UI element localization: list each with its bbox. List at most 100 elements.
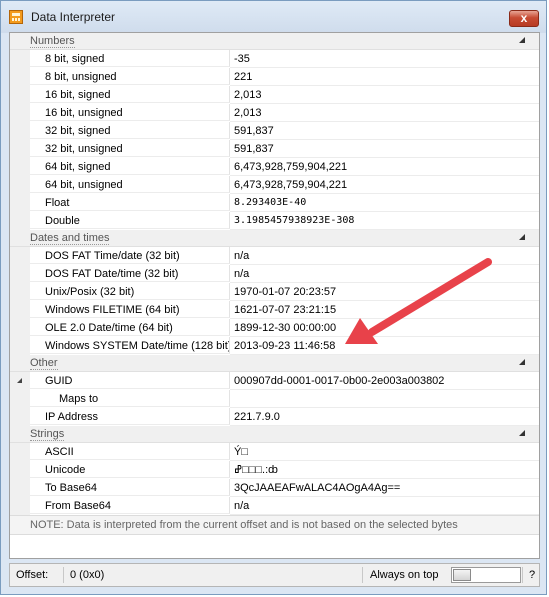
property-value[interactable]: 591,837 (230, 122, 539, 140)
category-label: Other (30, 357, 58, 370)
status-separator (362, 567, 363, 583)
property-name: GUID (30, 372, 230, 389)
close-button[interactable]: x (509, 10, 539, 27)
row-gutter (10, 497, 30, 515)
property-row[interactable]: OLE 2.0 Date/time (64 bit) 1899-12-30 00:… (10, 319, 539, 337)
collapse-icon[interactable] (519, 37, 525, 43)
row-gutter (10, 337, 30, 355)
collapse-icon[interactable] (519, 234, 525, 240)
property-name: 64 bit, unsigned (30, 176, 230, 193)
property-row[interactable]: 16 bit, signed 2,013 (10, 86, 539, 104)
data-interpreter-window: Data Interpreter x Numbers 8 bit, signed -… (0, 0, 547, 595)
calculator-icon (9, 10, 23, 24)
property-value[interactable]: ߝ□□□.:ȸ (230, 461, 539, 479)
property-row[interactable]: 32 bit, unsigned 591,837 (10, 140, 539, 158)
property-name: Unicode (30, 461, 230, 478)
property-value[interactable]: 8.293403E-40 (230, 194, 539, 212)
offset-value: 0 (0x0) (70, 569, 105, 581)
property-value[interactable] (230, 390, 539, 408)
row-gutter (10, 408, 30, 426)
property-row[interactable]: GUID 000907dd-0001-0017-0b00-2e003a003802 (10, 372, 539, 390)
property-row[interactable]: 64 bit, unsigned 6,473,928,759,904,221 (10, 176, 539, 194)
row-gutter (10, 247, 30, 265)
property-row[interactable]: ASCII Ý□ (10, 443, 539, 461)
always-on-top-toggle[interactable] (451, 567, 521, 583)
row-gutter (10, 283, 30, 301)
property-value[interactable]: 3.1985457938923E-308 (230, 212, 539, 230)
property-value[interactable]: 221.7.9.0 (230, 408, 539, 426)
property-row[interactable]: 16 bit, unsigned 2,013 (10, 104, 539, 122)
property-row[interactable]: 64 bit, signed 6,473,928,759,904,221 (10, 158, 539, 176)
property-row[interactable]: From Base64 n/a (10, 497, 539, 515)
property-row[interactable]: IP Address 221.7.9.0 (10, 408, 539, 426)
property-row[interactable]: Float 8.293403E-40 (10, 194, 539, 212)
property-value[interactable]: n/a (230, 497, 539, 515)
property-name: DOS FAT Time/date (32 bit) (30, 247, 230, 264)
property-value[interactable]: 2013-09-23 11:46:58 (230, 337, 539, 355)
property-row[interactable]: Windows SYSTEM Date/time (128 bit) 2013-0… (10, 337, 539, 355)
always-on-top-label: Always on top (370, 569, 439, 581)
property-value[interactable]: 591,837 (230, 140, 539, 158)
property-grid: Numbers 8 bit, signed -35 8 bit, unsigned 22… (10, 33, 539, 535)
row-gutter (10, 461, 30, 479)
property-value[interactable]: 1621-07-07 23:21:15 (230, 301, 539, 319)
row-gutter (10, 176, 30, 194)
property-value[interactable]: 3QcJAAEAFwALAC4AOgA4Ag== (230, 479, 539, 497)
property-value[interactable]: 2,013 (230, 104, 539, 122)
collapse-icon[interactable] (519, 430, 525, 436)
property-value[interactable]: 1970-01-07 20:23:57 (230, 283, 539, 301)
category-strings[interactable]: Strings (10, 426, 539, 443)
property-row[interactable]: Double 3.1985457938923E-308 (10, 212, 539, 230)
property-name: Windows FILETIME (64 bit) (30, 301, 230, 318)
status-bar: Offset: 0 (0x0) Always on top ? (9, 563, 540, 587)
info-note: NOTE: Data is interpreted from the curre… (10, 515, 539, 535)
category-label: Numbers (30, 35, 75, 48)
property-value[interactable]: -35 (230, 50, 539, 68)
row-gutter (10, 158, 30, 176)
row-gutter (10, 443, 30, 461)
title-bar[interactable]: Data Interpreter x (1, 1, 546, 33)
property-name: To Base64 (30, 479, 230, 496)
property-name: Maps to (30, 390, 230, 407)
property-row[interactable]: 8 bit, unsigned 221 (10, 68, 539, 86)
property-name: DOS FAT Date/time (32 bit) (30, 265, 230, 282)
property-row[interactable]: Unicode ߝ□□□.:ȸ (10, 461, 539, 479)
property-name: OLE 2.0 Date/time (64 bit) (30, 319, 230, 336)
row-gutter (10, 68, 30, 86)
property-value[interactable]: 6,473,928,759,904,221 (230, 176, 539, 194)
property-row[interactable]: Windows FILETIME (64 bit) 1621-07-07 23:2… (10, 301, 539, 319)
property-name: IP Address (30, 408, 230, 425)
property-name: 32 bit, signed (30, 122, 230, 139)
property-row[interactable]: To Base64 3QcJAAEAFwALAC4AOgA4Ag== (10, 479, 539, 497)
property-name: 8 bit, unsigned (30, 68, 230, 85)
row-gutter (10, 194, 30, 212)
category-other[interactable]: Other (10, 355, 539, 372)
category-numbers[interactable]: Numbers (10, 33, 539, 50)
status-separator (63, 567, 64, 583)
property-value[interactable]: 1899-12-30 00:00:00 (230, 319, 539, 337)
property-value[interactable]: 2,013 (230, 86, 539, 104)
expand-icon[interactable] (17, 378, 22, 383)
property-value[interactable]: Ý□ (230, 443, 539, 461)
property-name: Float (30, 194, 230, 211)
toggle-knob[interactable] (453, 569, 471, 581)
property-name: Windows SYSTEM Date/time (128 bit) (30, 337, 230, 354)
help-button[interactable]: ? (529, 569, 535, 581)
property-value[interactable]: 000907dd-0001-0017-0b00-2e003a003802 (230, 372, 539, 390)
property-value[interactable]: 221 (230, 68, 539, 86)
category-dates-and-times[interactable]: Dates and times (10, 230, 539, 247)
property-row[interactable]: DOS FAT Time/date (32 bit) n/a (10, 247, 539, 265)
row-gutter (10, 50, 30, 68)
property-value[interactable]: n/a (230, 247, 539, 265)
property-value[interactable]: n/a (230, 265, 539, 283)
property-row[interactable]: Maps to (10, 390, 539, 408)
property-row[interactable]: 32 bit, signed 591,837 (10, 122, 539, 140)
property-row[interactable]: Unix/Posix (32 bit) 1970-01-07 20:23:57 (10, 283, 539, 301)
property-name: ASCII (30, 443, 230, 460)
property-value[interactable]: 6,473,928,759,904,221 (230, 158, 539, 176)
collapse-icon[interactable] (519, 359, 525, 365)
row-gutter (10, 390, 30, 408)
property-row[interactable]: 8 bit, signed -35 (10, 50, 539, 68)
row-gutter (10, 319, 30, 337)
property-row[interactable]: DOS FAT Date/time (32 bit) n/a (10, 265, 539, 283)
